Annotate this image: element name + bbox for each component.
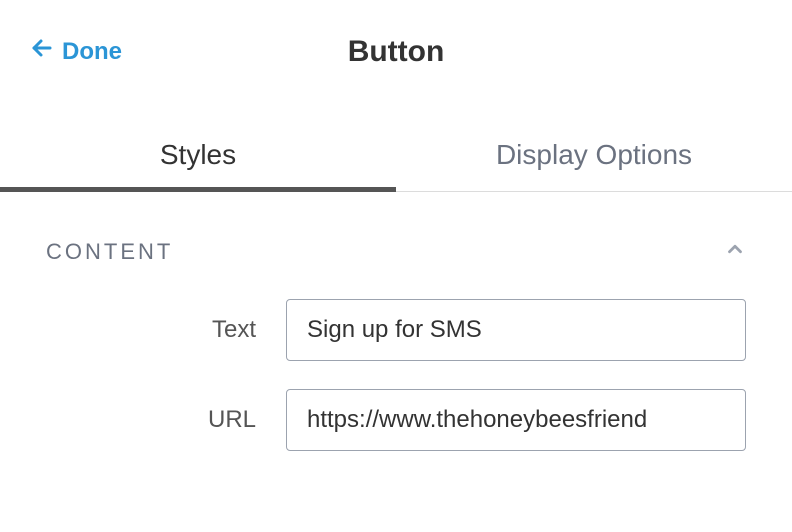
text-input[interactable] <box>286 299 746 361</box>
tab-bar: Styles Display Options <box>0 121 792 192</box>
tab-display-options[interactable]: Display Options <box>396 121 792 191</box>
done-label: Done <box>62 38 122 66</box>
chevron-up-icon <box>724 247 746 264</box>
field-row-url: URL <box>0 375 792 465</box>
section-title: CONTENT <box>46 239 173 265</box>
collapse-toggle[interactable] <box>724 238 746 265</box>
page-title: Button <box>348 35 445 69</box>
tab-styles[interactable]: Styles <box>0 121 396 191</box>
section-header-content: CONTENT <box>0 192 792 285</box>
text-field-label: Text <box>46 316 256 344</box>
done-button[interactable]: Done <box>30 36 122 67</box>
editor-header: Done Button <box>0 0 792 97</box>
back-arrow-icon <box>30 36 54 67</box>
url-input[interactable] <box>286 389 746 451</box>
field-row-text: Text <box>0 285 792 375</box>
url-field-label: URL <box>46 406 256 434</box>
